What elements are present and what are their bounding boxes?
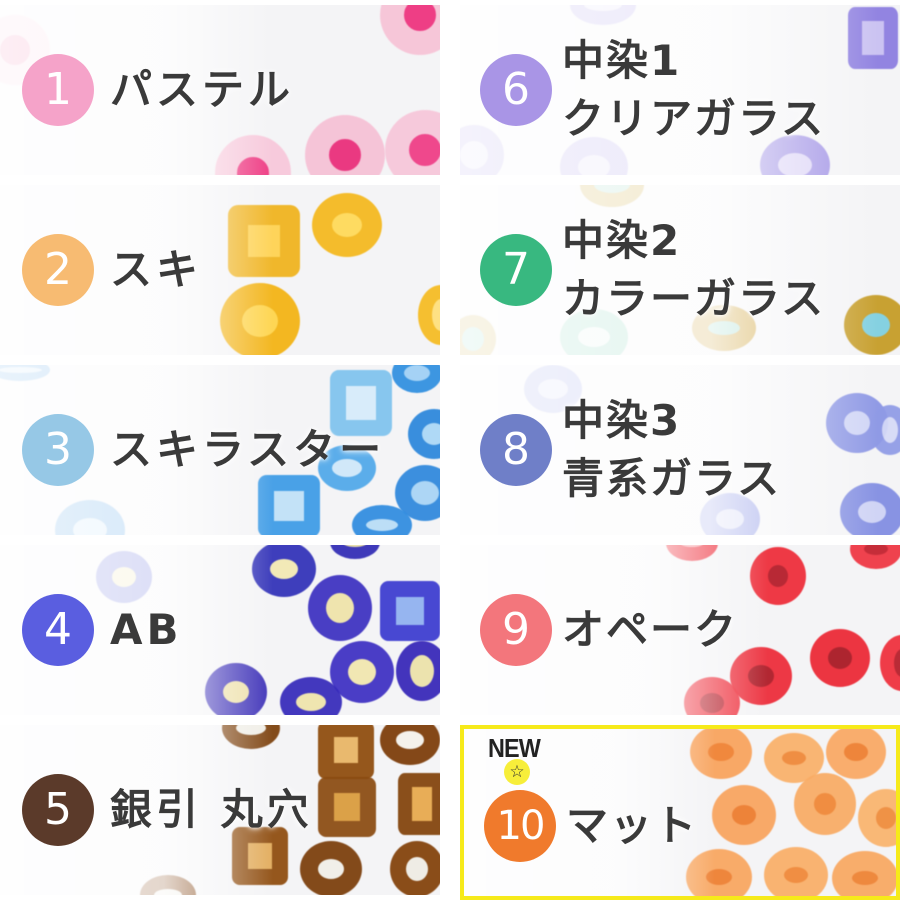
bead-type-name-line-1: 中染1 — [562, 36, 682, 85]
bead-type-tile-8[interactable]: 8 中染3 青系ガラス — [460, 365, 900, 535]
bead-type-name: スキ — [110, 245, 203, 294]
bead-type-tile-9[interactable]: 9 オペーク — [460, 545, 900, 715]
number-badge: 1 — [22, 54, 94, 126]
bead-type-label: AB — [110, 601, 183, 659]
number-badge: 5 — [22, 774, 94, 846]
bead-type-label: パステル — [110, 61, 294, 119]
bead-type-name-line-2: 青系ガラス — [562, 454, 782, 503]
bead-type-name-line-1: 中染2 — [562, 216, 682, 265]
bead-type-name-line-1: 中染3 — [562, 396, 682, 445]
bead-type-tile-10[interactable]: NEW ☆ 10 マット — [460, 725, 900, 900]
bead-type-tile-3[interactable]: 3 スキラスター — [0, 365, 440, 535]
bead-type-name: オペーク — [562, 605, 739, 654]
bead-type-tile-4[interactable]: 4 AB — [0, 545, 440, 715]
star-icon: ☆ — [504, 759, 530, 785]
bead-type-tile-7[interactable]: 7 中染2 カラーガラス — [460, 185, 900, 355]
bead-type-label: 中染2 カラーガラス — [562, 212, 825, 328]
number-badge: 6 — [480, 54, 552, 126]
bead-type-tile-5[interactable]: 5 銀引 丸穴 — [0, 725, 440, 895]
number-badge: 4 — [22, 594, 94, 666]
bead-type-label: マット — [566, 797, 698, 855]
number-badge: 9 — [480, 594, 552, 666]
bead-type-label: 中染3 青系ガラス — [562, 392, 781, 508]
bead-type-label: 中染1 クリアガラス — [562, 32, 825, 148]
number-badge: 10 — [484, 789, 556, 862]
bead-type-tile-1[interactable]: 1 パステル — [0, 5, 440, 175]
bead-type-name-line-2: クリアガラス — [562, 94, 826, 143]
bead-type-tile-6[interactable]: 6 中染1 クリアガラス — [460, 5, 900, 175]
bead-type-name-line-2: カラーガラス — [562, 274, 826, 323]
bead-type-name: 銀引 丸穴 — [110, 785, 313, 834]
bead-type-name: AB — [110, 605, 183, 654]
bead-type-label: スキラスター — [110, 421, 385, 479]
bead-type-label: スキ — [110, 241, 202, 299]
bead-type-name: マット — [566, 800, 699, 850]
number-badge: 8 — [480, 414, 552, 486]
bead-type-name: パステル — [110, 65, 295, 114]
number-badge: 7 — [480, 234, 552, 306]
number-badge: 2 — [22, 234, 94, 306]
number-badge: 3 — [22, 414, 94, 486]
bead-type-name: スキラスター — [110, 425, 386, 474]
bead-type-label: オペーク — [562, 601, 738, 659]
bead-type-tile-2[interactable]: 2 スキ — [0, 185, 440, 355]
bead-type-label: 銀引 丸穴 — [110, 781, 313, 839]
